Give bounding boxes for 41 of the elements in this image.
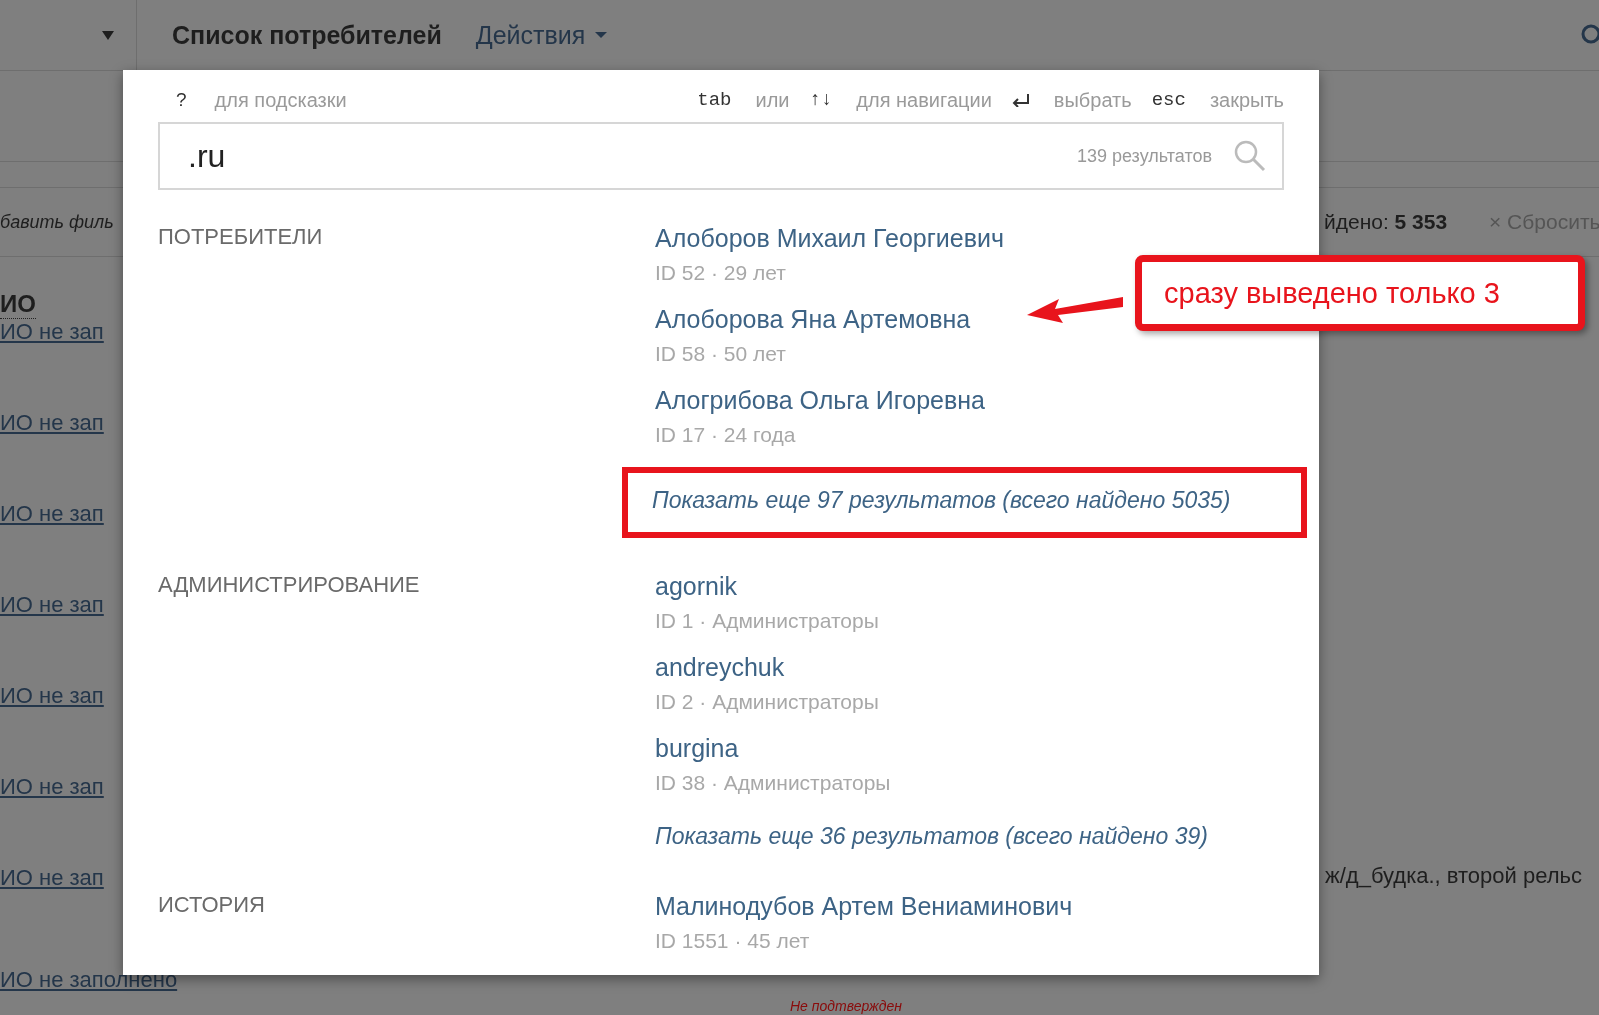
shortcut-key: tab bbox=[697, 89, 732, 111]
section-title: ИСТОРИЯ bbox=[158, 892, 266, 919]
result-link[interactable]: agornik bbox=[655, 572, 737, 601]
enter-key-icon bbox=[1011, 93, 1030, 107]
result-meta: ID 1551 · 45 лет bbox=[655, 929, 810, 953]
section-title: ПОТРЕБИТЕЛИ bbox=[158, 224, 324, 251]
page-title: Список потребителей bbox=[172, 20, 442, 50]
result-link[interactable]: Алогрибова Ольга Игоревна bbox=[655, 386, 985, 415]
result-link[interactable]: Алоборов Михаил Георгиевич bbox=[655, 224, 1004, 253]
result-meta: ID 17 · 24 года bbox=[655, 423, 796, 447]
search-icon[interactable] bbox=[1234, 140, 1266, 172]
caret-icon[interactable] bbox=[102, 30, 114, 40]
hint-text: для навигации bbox=[856, 88, 992, 112]
search-icon[interactable] bbox=[1579, 24, 1599, 46]
result-link[interactable]: burgina bbox=[655, 734, 739, 763]
result-link[interactable]: andreychuk bbox=[655, 653, 785, 682]
hint-text: закрыть bbox=[1209, 88, 1284, 112]
status-text: Не подтвержден bbox=[790, 999, 902, 1013]
show-more-link[interactable]: Показать еще 97 результатов (всего найдено 5035) bbox=[622, 467, 1307, 538]
hint-text: или bbox=[755, 88, 790, 112]
shortcut-key: ? bbox=[176, 89, 187, 111]
shortcut-key: ↑↓ bbox=[809, 89, 833, 111]
found-count: йдено: 5 353 bbox=[1324, 210, 1449, 234]
hint-text: выбрать bbox=[1053, 88, 1132, 112]
table-cell: ж/д_будка., второй рельс bbox=[1325, 863, 1582, 889]
result-meta: ID 52 · 29 лет bbox=[655, 261, 786, 285]
result-count: 139 результатов bbox=[1076, 145, 1212, 167]
result-link[interactable]: Малинодубов Артем Вениаминович bbox=[655, 892, 1073, 921]
result-meta: ID 2 · Администраторы bbox=[655, 690, 879, 714]
shortcut-key: esc bbox=[1151, 89, 1186, 111]
column-header: ИО bbox=[0, 290, 36, 319]
section-title: АДМИНИСТРИРОВАНИЕ bbox=[158, 572, 421, 599]
search-box[interactable]: .ru 139 результатов bbox=[158, 122, 1284, 190]
show-more-link[interactable]: Показать еще 36 результатов (всего найдено 39) bbox=[655, 815, 1208, 858]
result-meta: ID 1 · Администраторы bbox=[655, 609, 879, 633]
result-meta: ID 58 · 50 лет bbox=[655, 342, 786, 366]
hint-text: для подсказки bbox=[214, 88, 347, 112]
result-link[interactable]: Алоборова Яна Артемовна bbox=[655, 305, 971, 334]
add-filter-link[interactable]: бавить филь bbox=[0, 211, 114, 233]
callout-note: сразу выведено только 3 bbox=[1135, 255, 1585, 331]
result-meta: ID 38 · Администраторы bbox=[655, 771, 891, 795]
